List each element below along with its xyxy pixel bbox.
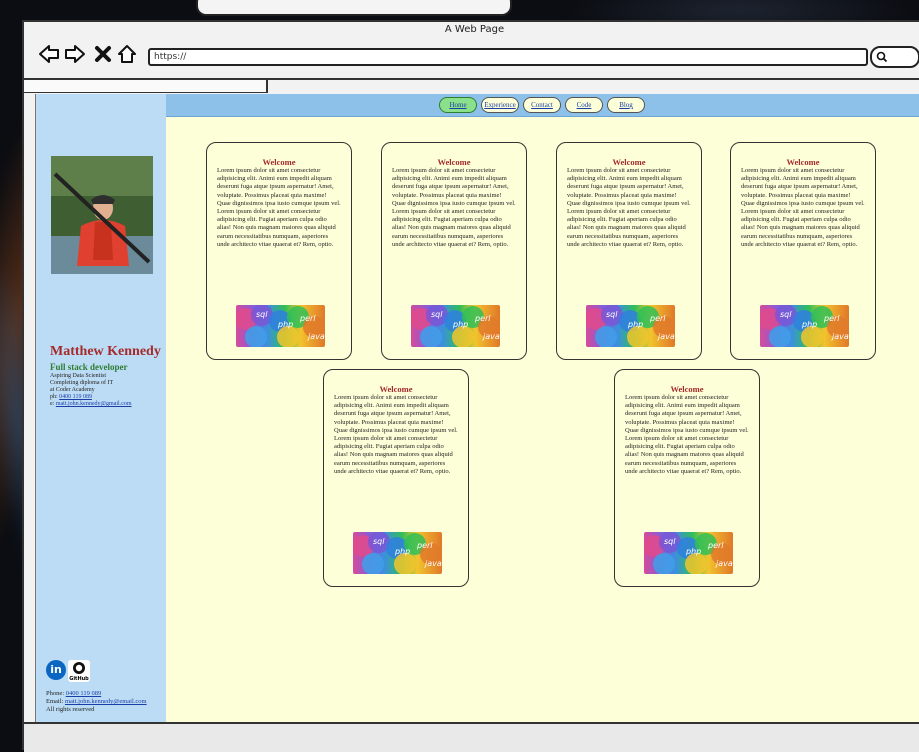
card-body: Lorem ipsum dolor sit amet consectetur a… — [392, 167, 516, 248]
language-label: php — [452, 320, 468, 329]
language-label: java — [307, 332, 325, 341]
forward-arrow-icon[interactable] — [64, 42, 86, 66]
profile-bio: Aspiring Data Scientist Completing diplo… — [50, 373, 165, 408]
card-body: Lorem ipsum dolor sit amet consectetur a… — [334, 394, 458, 475]
bio-line: Completing diploma of IT — [50, 380, 114, 386]
github-icon[interactable]: GitHub — [68, 660, 90, 682]
footer-email-label: Email: — [46, 698, 64, 705]
language-label: java — [482, 332, 500, 341]
card-body: Lorem ipsum dolor sit amet consectetur a… — [741, 167, 865, 248]
welcome-card: Welcome Lorem ipsum dolor sit amet consec… — [556, 142, 702, 360]
language-label: perl — [299, 314, 316, 323]
language-label: java — [657, 332, 675, 341]
language-label: sql — [256, 310, 268, 319]
search-icon — [876, 51, 888, 63]
language-label: php — [685, 547, 701, 556]
browser-status-bar — [24, 722, 919, 752]
card-title: Welcome — [262, 157, 296, 167]
bio-email-label: e: — [50, 401, 55, 407]
top-shape — [196, 0, 512, 16]
footer-phone-link[interactable]: 0400 119 089 — [66, 690, 102, 697]
home-icon[interactable] — [116, 42, 138, 66]
programming-languages-image: sql php perl java — [586, 305, 675, 347]
stop-close-icon[interactable] — [92, 42, 114, 66]
profile-name: Matthew Kennedy — [50, 344, 161, 359]
welcome-card: Welcome Lorem ipsum dolor sit amet consec… — [381, 142, 527, 360]
github-label: GitHub — [69, 676, 89, 682]
web-page: Matthew Kennedy Full stack developer Asp… — [35, 94, 919, 722]
language-label: java — [831, 332, 849, 341]
url-bar[interactable]: https:// — [148, 48, 868, 66]
back-arrow-icon[interactable] — [38, 42, 60, 66]
browser-window: A Web Page https:// Matthew Kennedy Full… — [22, 20, 919, 752]
programming-languages-image: sql php perl java — [760, 305, 849, 347]
bio-line: Aspiring Data Scientist — [50, 373, 106, 379]
programming-languages-image: sql php perl java — [644, 532, 733, 574]
language-label: sql — [664, 537, 676, 546]
welcome-card: Welcome Lorem ipsum dolor sit amet consec… — [323, 369, 469, 587]
bio-phone: ph: 0400 119 089 — [50, 394, 165, 401]
card-body: Lorem ipsum dolor sit amet consectetur a… — [625, 394, 749, 475]
programming-languages-image: sql php perl java — [411, 305, 500, 347]
search-box[interactable] — [870, 46, 919, 68]
programming-languages-image: sql php perl java — [236, 305, 325, 347]
language-label: php — [277, 320, 293, 329]
card-title: Welcome — [786, 157, 820, 167]
card-title: Welcome — [437, 157, 471, 167]
bio-email: e: matt.john.kennedy@gmail.com — [50, 401, 165, 408]
language-label: perl — [707, 541, 724, 550]
card-title: Welcome — [612, 157, 646, 167]
language-label: php — [627, 320, 643, 329]
footer-phone: Phone: 0400 119 089 — [46, 690, 147, 698]
bio-phone-label: ph: — [50, 394, 58, 400]
bio-email-link[interactable]: matt.john.kennedy@gmail.com — [56, 401, 132, 407]
language-label: php — [801, 320, 817, 329]
language-label: sql — [606, 310, 618, 319]
language-label: java — [715, 559, 733, 568]
card-title: Welcome — [379, 384, 413, 394]
tab-outline — [24, 80, 268, 93]
sidebar-footer: Phone: 0400 119 089 Email: matt.john.ken… — [46, 690, 147, 714]
profile-role: Full stack developer — [50, 362, 128, 372]
language-label: php — [394, 547, 410, 556]
window-title: A Web Page — [444, 24, 505, 35]
footer-email: Email: matt.john.kennedy@email.com — [46, 698, 147, 706]
top-navigation: Home Experience Contact Code Blog — [166, 94, 919, 117]
language-label: perl — [823, 314, 840, 323]
footer-rights: All rights reserved — [46, 706, 95, 713]
nav-blog[interactable]: Blog — [607, 97, 645, 113]
bio-line: at Coder Academy — [50, 387, 95, 393]
nav-code[interactable]: Code — [565, 97, 603, 113]
card-body: Lorem ipsum dolor sit amet consectetur a… — [217, 167, 341, 248]
language-label: sql — [431, 310, 443, 319]
browser-toolbar: https:// — [24, 38, 919, 82]
language-label: perl — [474, 314, 491, 323]
welcome-card: Welcome Lorem ipsum dolor sit amet consec… — [614, 369, 760, 587]
welcome-card: Welcome Lorem ipsum dolor sit amet consec… — [206, 142, 352, 360]
nav-experience[interactable]: Experience — [481, 97, 519, 113]
nav-home[interactable]: Home — [439, 97, 477, 113]
language-label: java — [424, 559, 442, 568]
welcome-card: Welcome Lorem ipsum dolor sit amet consec… — [730, 142, 876, 360]
profile-photo — [51, 156, 153, 274]
card-body: Lorem ipsum dolor sit amet consectetur a… — [567, 167, 691, 248]
footer-phone-label: Phone: — [46, 690, 65, 697]
bio-phone-link[interactable]: 0400 119 089 — [59, 394, 92, 400]
profile-sidebar: Matthew Kennedy Full stack developer Asp… — [36, 94, 166, 722]
language-label: perl — [649, 314, 666, 323]
programming-languages-image: sql php perl java — [353, 532, 442, 574]
language-label: sql — [373, 537, 385, 546]
nav-contact[interactable]: Contact — [523, 97, 561, 113]
footer-email-link[interactable]: matt.john.kennedy@email.com — [65, 698, 147, 705]
language-label: perl — [416, 541, 433, 550]
linkedin-icon[interactable]: in — [46, 660, 66, 680]
card-title: Welcome — [670, 384, 704, 394]
language-label: sql — [780, 310, 792, 319]
